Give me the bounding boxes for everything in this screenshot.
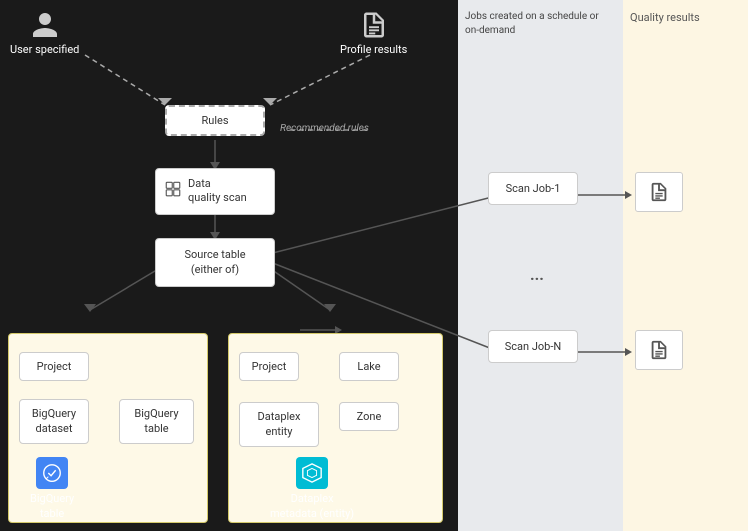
scan-job-n-label: Scan Job-N <box>505 340 561 353</box>
dataplex-entity-box: Dataplexentity <box>239 402 319 447</box>
data-quality-scan-box: Dataquality scan <box>155 168 275 215</box>
jobs-header: Jobs created on a schedule or on-demand <box>465 10 615 38</box>
project-bq-label: Project <box>37 360 72 373</box>
bigquery-bottom-icon <box>36 457 68 489</box>
bigquery-dataset-box: BigQuerydataset <box>19 399 89 444</box>
user-specified-label: User specified <box>10 43 79 57</box>
profile-results-label: Profile results <box>340 43 407 57</box>
dataplex-entity-label: Dataplexentity <box>258 410 301 438</box>
zone-label: Zone <box>357 410 382 423</box>
ellipsis-label: ... <box>530 265 544 284</box>
recommended-rules-label: Recommended rules <box>280 123 369 134</box>
project-dp-label: Project <box>252 360 287 373</box>
quality-results-header: Quality results <box>630 10 740 25</box>
diagram-container: User specified Profile results Rules Rec… <box>0 0 748 531</box>
profile-results: Profile results <box>340 10 407 57</box>
dataplex-bottom-icon <box>296 457 328 489</box>
bigquery-dataset-label: BigQuerydataset <box>32 407 76 435</box>
bigquery-table-inner-box: BigQuerytable <box>119 399 194 444</box>
scan-job-1-box: Scan Job-1 <box>488 172 578 205</box>
profile-icon <box>359 10 389 40</box>
scan-icon <box>164 180 182 202</box>
source-table-label: Source table(either of) <box>184 248 245 276</box>
rules-label: Rules <box>201 114 228 127</box>
user-specified: User specified <box>10 10 79 57</box>
quality-result-1 <box>635 172 683 212</box>
rules-box: Rules <box>165 105 265 136</box>
project-dp-box: Project <box>239 352 299 381</box>
section-right <box>623 0 748 531</box>
quality-result-n <box>635 330 683 370</box>
data-quality-scan-label: Dataquality scan <box>188 177 247 206</box>
project-bq-box: Project <box>19 352 89 381</box>
user-icon <box>30 10 60 40</box>
source-table-box: Source table(either of) <box>155 238 275 287</box>
dataplex-metadata-bottom: Dataplexmetadata (entity) <box>270 457 354 521</box>
lake-label: Lake <box>357 360 380 373</box>
scan-job-1-label: Scan Job-1 <box>506 182 561 195</box>
lake-box: Lake <box>339 352 399 381</box>
bigquery-table-bottom-label: BigQuerytable <box>30 492 74 521</box>
bigquery-table-inner-label: BigQuerytable <box>134 407 178 435</box>
scan-job-n-box: Scan Job-N <box>488 330 578 363</box>
dataplex-metadata-label: Dataplexmetadata (entity) <box>270 492 354 521</box>
bigquery-table-bottom: BigQuerytable <box>30 457 74 521</box>
zone-box: Zone <box>339 402 399 431</box>
